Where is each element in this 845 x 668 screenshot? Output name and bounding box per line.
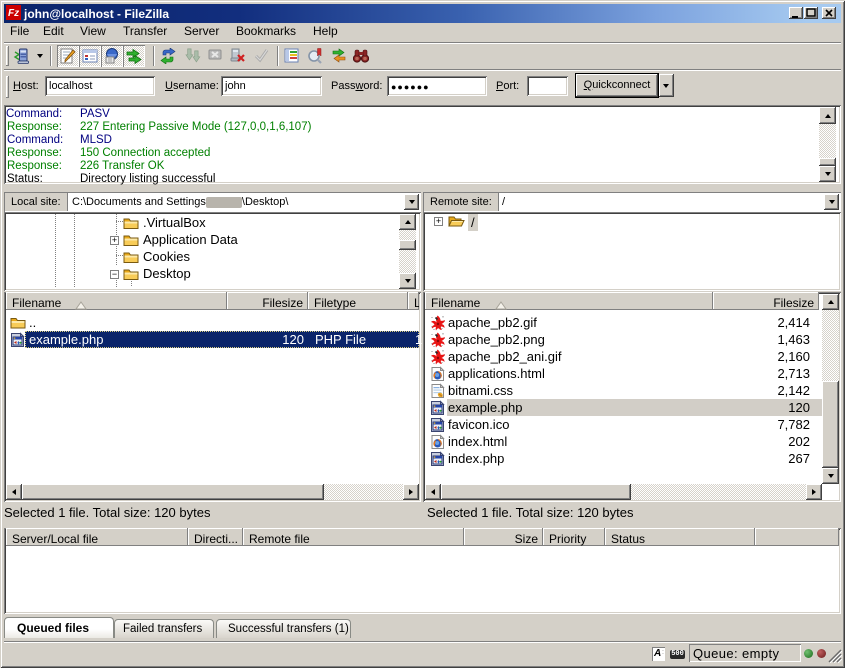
svg-text:Fz: Fz xyxy=(8,8,19,19)
